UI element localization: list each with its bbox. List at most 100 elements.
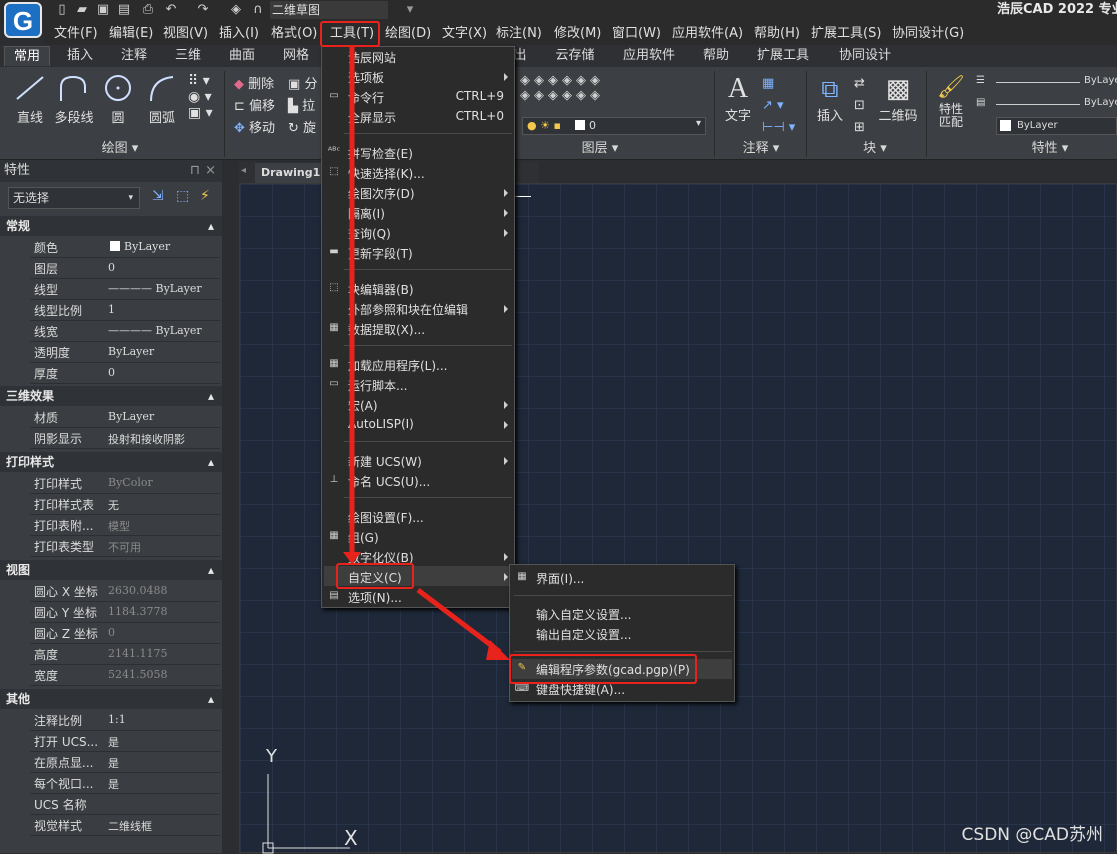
app-logo[interactable]: G — [4, 2, 42, 38]
menu-format[interactable]: 格式(O) — [271, 24, 317, 44]
menu-text[interactable]: 文字(X) — [442, 24, 487, 44]
tab-insert[interactable]: 插入 — [58, 46, 102, 66]
menu-window[interactable]: 窗口(W) — [612, 24, 661, 44]
menu-item-load-application[interactable]: 加载应用程序(L)... — [348, 357, 448, 374]
draw-group-label[interactable]: 绘图 ▾ — [60, 140, 180, 158]
move-button[interactable]: ✥ 移动 — [234, 117, 275, 136]
layers-icon[interactable]: ◈ — [228, 2, 244, 18]
menu-file[interactable]: 文件(F) — [54, 24, 98, 44]
menu-item-inquiry[interactable]: 查询(Q) — [348, 225, 391, 242]
menu-apps[interactable]: 应用软件(A) — [672, 24, 743, 44]
object-color-select[interactable]: ByLayer — [996, 117, 1117, 135]
menu-item-options[interactable]: 选项(N)... — [348, 589, 402, 606]
quick-select-icon[interactable]: ⚡ — [200, 188, 210, 204]
property-row[interactable]: 圆心 Z 坐标 0 — [30, 623, 220, 644]
menu-item-drafting-settings[interactable]: 绘图设置(F)... — [348, 509, 424, 526]
layer-group-label[interactable]: 图层 ▾ — [550, 140, 650, 158]
menu-item-data-extraction[interactable]: 数据提取(X)... — [348, 321, 425, 338]
text-tool[interactable]: A 文字 — [720, 73, 756, 124]
menu-item-quick-select[interactable]: 快速选择(K)... — [348, 165, 425, 182]
property-row[interactable]: 颜色 ByLayer — [30, 237, 220, 258]
polyline-tool[interactable]: 多段线 — [52, 73, 96, 126]
print-icon[interactable]: ⎙ — [140, 2, 156, 18]
lineweight-select[interactable]: ▤ ByLayer — [976, 97, 1117, 111]
stretch-button[interactable]: ▙ 拉 — [288, 95, 315, 114]
headset-icon[interactable]: ∩ — [250, 2, 266, 18]
menu-item-command-line[interactable]: 命令行 — [348, 89, 384, 106]
copy-button[interactable]: ▣ 分 — [288, 73, 317, 92]
section-view[interactable]: 视图 ▴ — [0, 560, 222, 580]
menu-item-palettes[interactable]: 选项板 — [348, 69, 384, 86]
tab-mesh[interactable]: 网格 — [274, 46, 318, 66]
submenu-import-settings[interactable]: 输入自定义设置... — [536, 606, 631, 623]
property-row[interactable]: 每个视口... 是 — [30, 773, 220, 794]
property-row[interactable]: 宽度 5241.5058 — [30, 665, 220, 686]
property-row[interactable]: 打开 UCS... 是 — [30, 731, 220, 752]
property-row[interactable]: 线型比例 1 — [30, 300, 220, 321]
section-general[interactable]: 常规 ▴ — [0, 216, 222, 236]
section-other[interactable]: 其他 ▴ — [0, 689, 222, 709]
insert-block-tool[interactable]: ⧉ 插入 — [812, 73, 848, 124]
line-tool[interactable]: 直线 — [10, 73, 50, 126]
tab-ext[interactable]: 扩展工具 — [752, 46, 814, 66]
property-row[interactable]: 透明度 ByLayer — [30, 342, 220, 363]
color-select[interactable]: ☰ ByLayer — [976, 75, 1117, 89]
draw-more-icons[interactable]: ⠿ ▾ ◉ ▾ ▣ ▾ — [188, 73, 213, 121]
close-icon[interactable]: × — [205, 160, 216, 182]
property-row[interactable]: 阴影显示 投射和接收阴影 — [30, 428, 220, 449]
menu-item-website[interactable]: 浩辰网站 — [348, 49, 396, 66]
layer-tools-icons[interactable]: ◈◈◈◈◈◈ ◈◈◈◈◈◈ — [520, 73, 604, 103]
property-row[interactable]: 图层 0 — [30, 258, 220, 279]
property-row[interactable]: 高度 2141.1175 — [30, 644, 220, 665]
tab-annotate[interactable]: 注释 — [112, 46, 156, 66]
undo-icon[interactable]: ↶ — [163, 2, 179, 18]
property-row[interactable]: 打印样式表无 — [30, 494, 220, 515]
property-row[interactable]: 打印样式 ByColor — [30, 473, 220, 494]
tab-scroll-left-icon[interactable]: ◂ — [241, 165, 246, 176]
open-file-icon[interactable]: ▰ — [74, 2, 90, 18]
property-row[interactable]: 打印表附... 模型 — [30, 515, 220, 536]
block-group-label[interactable]: 块 ▾ — [840, 140, 910, 158]
menu-item-autolisp[interactable]: AutoLISP(I) — [348, 417, 414, 431]
redo-icon[interactable]: ↷ — [195, 2, 211, 18]
property-row[interactable]: 打印表类型 不可用 — [30, 536, 220, 557]
menu-ext-tools[interactable]: 扩展工具(S) — [811, 24, 881, 44]
selection-dropdown[interactable]: 无选择 ▾ — [8, 187, 140, 209]
toggle-pickadd-icon[interactable]: ⇲ — [152, 188, 164, 204]
arc-tool[interactable]: 圆弧 — [142, 73, 182, 126]
layer-select[interactable]: ● ☀ ▪ 0 ▾ — [522, 117, 706, 135]
menu-item-named-ucs[interactable]: 命名 UCS(U)... — [348, 473, 430, 490]
menu-item-block-editor[interactable]: 块编辑器(B) — [348, 281, 414, 298]
property-row[interactable]: 线宽 ———— ByLayer — [30, 321, 220, 342]
section-3d-effects[interactable]: 三维效果 ▴ — [0, 386, 222, 406]
property-row[interactable]: UCS 名称 — [30, 794, 220, 815]
menu-view[interactable]: 视图(V) — [163, 24, 208, 44]
offset-button[interactable]: ⊏ 偏移 — [234, 95, 275, 114]
tab-apps[interactable]: 应用软件 — [618, 46, 680, 66]
save-icon[interactable]: ▣ — [95, 2, 111, 18]
new-file-icon[interactable]: ▯ — [54, 2, 70, 18]
submenu-export-settings[interactable]: 输出自定义设置... — [536, 626, 631, 643]
menu-item-new-ucs[interactable]: 新建 UCS(W) — [348, 453, 422, 470]
save-as-icon[interactable]: ▤ — [116, 2, 132, 18]
menu-item-draw-order[interactable]: 绘图次序(D) — [348, 185, 415, 202]
tab-collab[interactable]: 协同设计 — [834, 46, 896, 66]
menu-item-macro[interactable]: 宏(A) — [348, 397, 378, 414]
rotate-button[interactable]: ↻ 旋 — [288, 117, 316, 136]
workspace-select[interactable]: 二维草图 — [270, 1, 388, 19]
tab-cloud[interactable]: 云存储 — [548, 46, 602, 66]
property-row[interactable]: 线型 ———— ByLayer — [30, 279, 220, 300]
menu-item-isolate[interactable]: 隔离(I) — [348, 205, 385, 222]
menu-draw[interactable]: 绘图(D) — [385, 24, 431, 44]
menu-item-group[interactable]: 组(G) — [348, 529, 379, 546]
tab-help[interactable]: 帮助 — [698, 46, 734, 66]
property-row[interactable]: 圆心 X 坐标 2630.0488 — [30, 581, 220, 602]
menu-item-run-script[interactable]: 运行脚本... — [348, 377, 407, 394]
menu-collab[interactable]: 协同设计(G) — [892, 24, 964, 44]
menu-edit[interactable]: 编辑(E) — [109, 24, 153, 44]
menu-dimension[interactable]: 标注(N) — [496, 24, 542, 44]
menu-item-spellcheck[interactable]: 拼写检查(E) — [348, 145, 413, 162]
property-row[interactable]: 注释比例 1:1 — [30, 710, 220, 731]
customize-qat-icon[interactable]: ▾ — [402, 2, 418, 18]
menu-item-update-fields[interactable]: 更新字段(T) — [348, 245, 413, 262]
